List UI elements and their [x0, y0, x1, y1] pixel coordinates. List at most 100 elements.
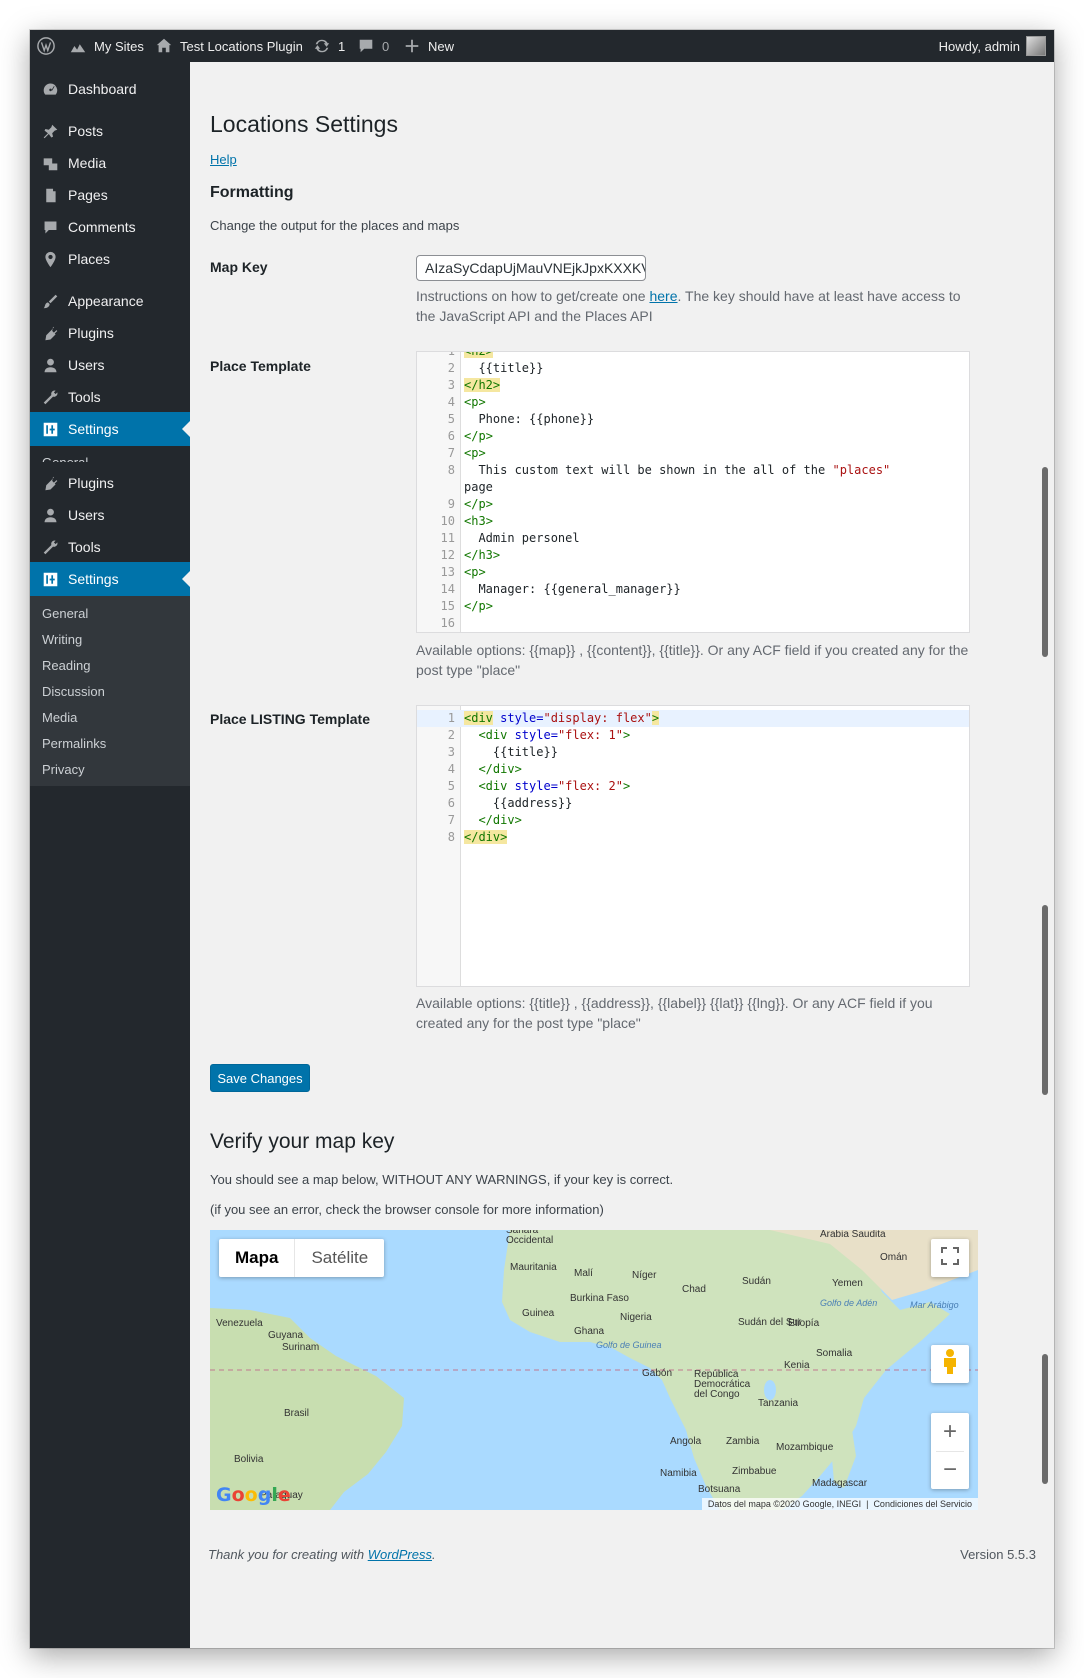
editor-scrollbar[interactable]	[1042, 905, 1048, 1095]
sidebar-item-tools[interactable]: Tools	[30, 380, 190, 414]
updates-menu[interactable]: 1	[312, 30, 345, 62]
map-place-label: Zimbabue	[732, 1466, 777, 1477]
settings-icon	[40, 569, 60, 589]
wordpress-link[interactable]: WordPress	[368, 1547, 432, 1562]
submenu-item-general[interactable]: General	[42, 606, 88, 621]
my-sites-label: My Sites	[94, 38, 144, 54]
code-line[interactable]: 5 Phone: {{phone}}	[417, 411, 969, 428]
code-line[interactable]: 4 <p>	[417, 394, 969, 411]
code-line[interactable]: 13 <p>	[417, 564, 969, 581]
code-line[interactable]: 7 </div>	[417, 812, 969, 829]
sidebar-item-label: Tools	[68, 539, 101, 555]
code-line[interactable]: 1 <div style="display: flex">	[417, 710, 969, 727]
my-sites-menu[interactable]: My Sites	[68, 30, 144, 62]
admin-sidebar: Dashboard Posts Media Pages Comments Pla…	[30, 62, 190, 1648]
account-menu[interactable]: Howdy, admin	[939, 30, 1046, 62]
line-number: 5	[447, 779, 455, 793]
code-line[interactable]: 1 <h2>	[417, 352, 969, 360]
sidebar-item-label: Settings	[68, 421, 119, 437]
sidebar-item-plugins[interactable]: Plugins	[30, 316, 190, 350]
code-line[interactable]: 2 <div style="flex: 1">	[417, 727, 969, 744]
code-line[interactable]: 10 <h3>	[417, 513, 969, 530]
footer-thanks: Thank you for creating with WordPress.	[208, 1547, 436, 1562]
submenu-item-writing[interactable]: Writing	[42, 632, 82, 647]
map-place-label: Nigeria	[620, 1312, 652, 1323]
code-line[interactable]: 7 <p>	[417, 445, 969, 462]
map-place-label: Zambia	[726, 1436, 760, 1447]
map-key-input[interactable]: AIzaSyCdapUjMauVNEjkJpxKXXKVE	[416, 255, 646, 281]
code-line[interactable]: 2 {{title}}	[417, 360, 969, 377]
code-text: Admin personel	[464, 531, 580, 545]
submenu-item-reading[interactable]: Reading	[42, 658, 90, 673]
map-tab-map[interactable]: Mapa	[219, 1239, 296, 1277]
sidebar-item-users-repeat[interactable]: Users	[30, 498, 190, 532]
sidebar-item-dashboard[interactable]: Dashboard	[30, 72, 190, 106]
comments-count: 0	[382, 38, 390, 54]
map-terms-link[interactable]: Condiciones del Servicio	[873, 1499, 972, 1509]
code-line[interactable]: 4 </div>	[417, 761, 969, 778]
map-place-label: Angola	[670, 1436, 702, 1447]
code-line[interactable]: 6 </p>	[417, 428, 969, 445]
sidebar-item-plugins-repeat[interactable]: Plugins	[30, 466, 190, 500]
sidebar-item-media[interactable]: Media	[30, 146, 190, 180]
wordpress-logo-button[interactable]	[36, 30, 56, 62]
sidebar-item-appearance[interactable]: Appearance	[30, 284, 190, 318]
map-key-instructions-link[interactable]: here	[649, 288, 677, 304]
comments-menu[interactable]: 0	[356, 30, 389, 62]
submenu-item-discussion[interactable]: Discussion	[42, 684, 105, 699]
sidebar-item-comments[interactable]: Comments	[30, 210, 190, 244]
fullscreen-icon	[941, 1244, 959, 1272]
sidebar-item-tools-repeat[interactable]: Tools	[30, 530, 190, 564]
code-line[interactable]: 5 <div style="flex: 2">	[417, 778, 969, 795]
code-line[interactable]: 14 Manager: {{general_manager}}	[417, 581, 969, 598]
sidebar-item-posts[interactable]: Posts	[30, 114, 190, 148]
code-line[interactable]: 15 </p>	[417, 598, 969, 615]
map-tab-satellite[interactable]: Satélite	[295, 1239, 384, 1277]
code-text: </div>	[478, 762, 522, 776]
sidebar-item-settings-repeat[interactable]: Settings	[30, 562, 190, 596]
submenu-item-permalinks[interactable]: Permalinks	[42, 736, 106, 751]
google-map[interactable]: Mapa Satélite + − Sahara Occidental Mauri…	[210, 1230, 978, 1510]
line-number: 16	[440, 616, 455, 630]
submenu-item-privacy[interactable]: Privacy	[42, 762, 85, 777]
map-attribution: Datos del mapa ©2020 Google, INEGI | Con…	[701, 1498, 978, 1510]
submenu-item-media[interactable]: Media	[42, 710, 77, 725]
code-text: This custom text will be shown in the al…	[464, 463, 891, 477]
save-changes-button[interactable]: Save Changes	[210, 1064, 310, 1092]
code-line[interactable]: 8 This custom text will be shown in the …	[417, 462, 969, 479]
admin-bar: My Sites Test Locations Plugin 1 0 New H…	[30, 30, 1054, 62]
code-line[interactable]: 3 </h2>	[417, 377, 969, 394]
code-line[interactable]: 8 </div>	[417, 829, 969, 846]
code-line[interactable]: page	[417, 479, 969, 496]
code-line[interactable]: 3 {{title}}	[417, 744, 969, 761]
sidebar-item-settings[interactable]: Settings	[30, 412, 190, 446]
sidebar-item-label: Settings	[68, 571, 119, 587]
editor-scrollbar[interactable]	[1042, 467, 1048, 657]
zoom-in-button[interactable]: +	[936, 1413, 964, 1452]
map-place-label: Tanzania	[758, 1398, 799, 1409]
code-line[interactable]: 12 </h3>	[417, 547, 969, 564]
dashboard-icon	[40, 79, 60, 99]
code-line[interactable]: 16	[417, 615, 969, 632]
map-place-label: Ghana	[574, 1326, 605, 1337]
place-template-editor[interactable]: 1 <h2> 2 {{title}} 3 </h2> 4 <p> 5 Phone: {{pho…	[416, 351, 970, 633]
brush-icon	[40, 291, 60, 311]
sidebar-item-label: Users	[68, 507, 105, 523]
code-text: <div style="flex: 1">	[478, 728, 631, 742]
code-text: <div style="display: flex">	[464, 711, 660, 725]
fullscreen-button[interactable]	[931, 1239, 969, 1277]
zoom-out-button[interactable]: −	[943, 1452, 957, 1490]
code-line[interactable]: 9 </p>	[417, 496, 969, 513]
site-name-menu[interactable]: Test Locations Plugin	[154, 30, 303, 62]
listing-template-editor[interactable]: 1 <div style="display: flex"> 2 <div style…	[416, 705, 970, 987]
sidebar-item-places[interactable]: Places	[30, 242, 190, 276]
street-view-pegman[interactable]	[931, 1345, 969, 1383]
sidebar-item-users[interactable]: Users	[30, 348, 190, 382]
new-label: New	[428, 38, 455, 54]
code-line[interactable]: 11 Admin personel	[417, 530, 969, 547]
map-scrollbar[interactable]	[1042, 1354, 1048, 1484]
sidebar-item-pages[interactable]: Pages	[30, 178, 190, 212]
new-content-menu[interactable]: New	[402, 30, 454, 62]
code-line[interactable]: 6 {{address}}	[417, 795, 969, 812]
help-link[interactable]: Help	[210, 152, 237, 167]
